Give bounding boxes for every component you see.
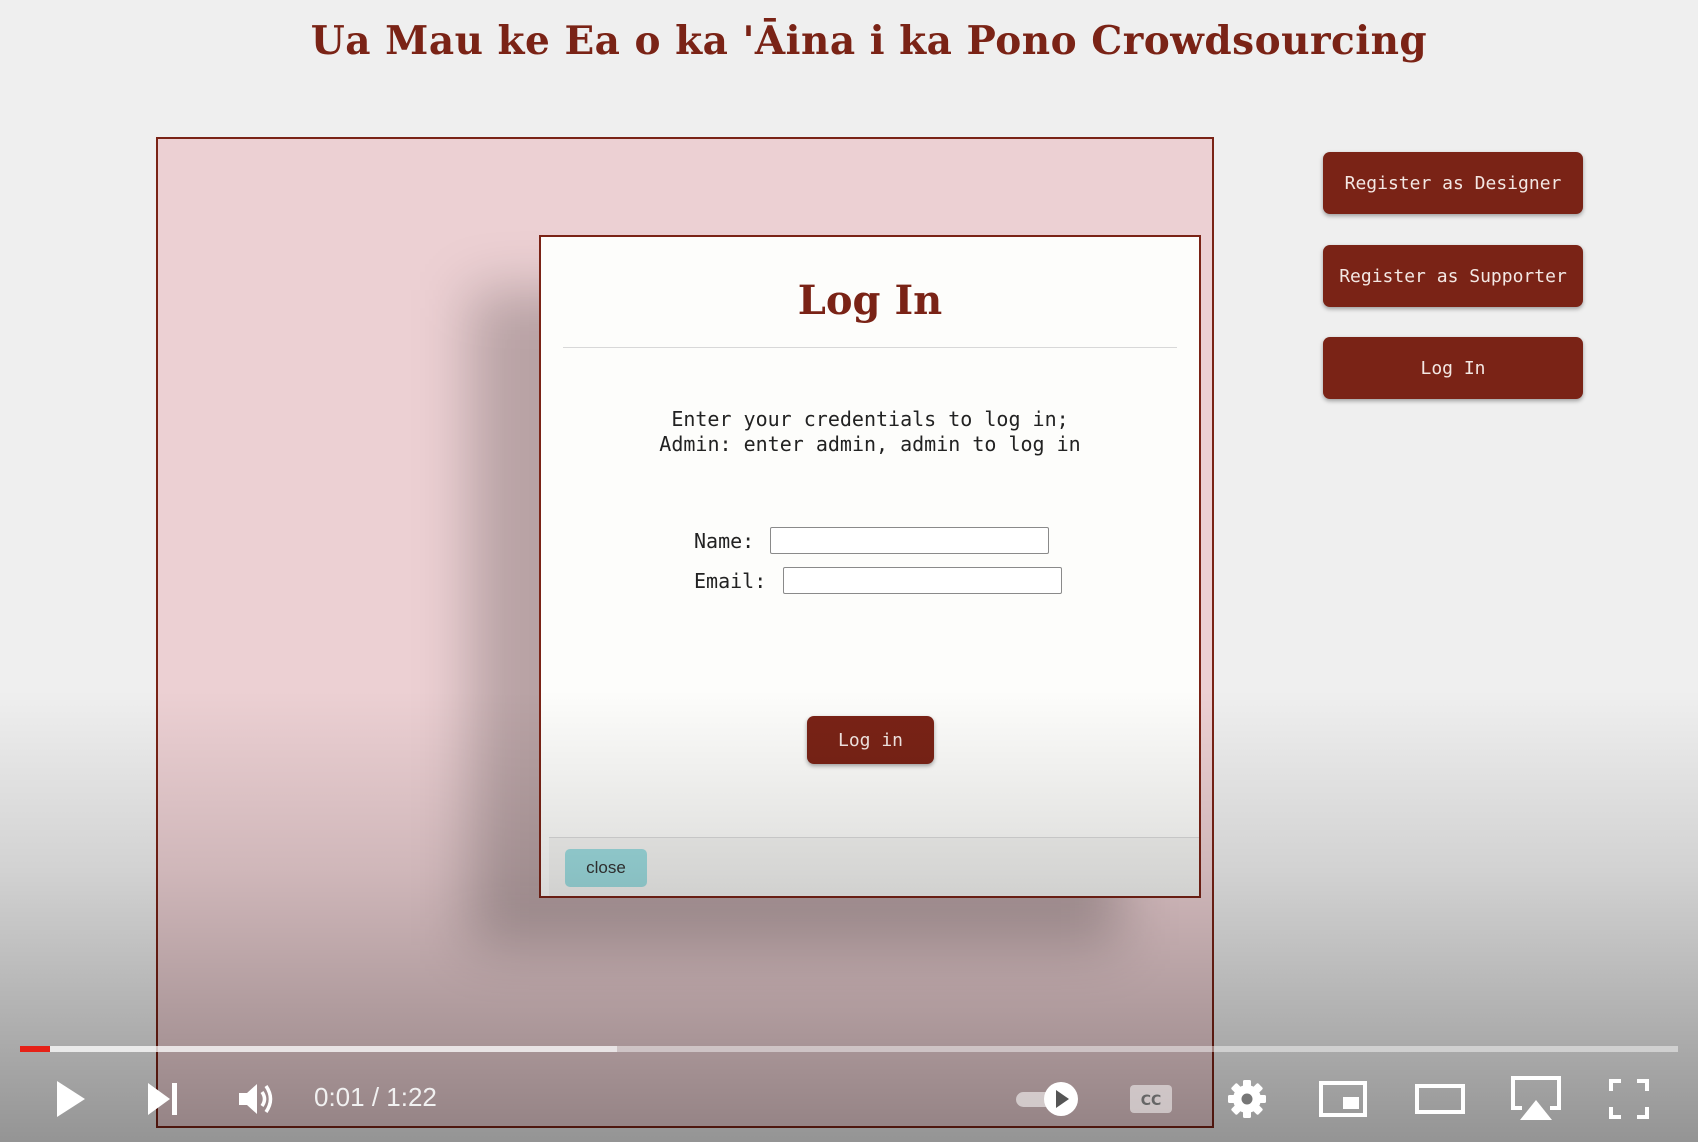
play-button[interactable] [44,1072,94,1126]
miniplayer-icon [1319,1081,1367,1117]
fullscreen-icon [1609,1079,1649,1119]
login-modal: Log In Enter your credentials to log in;… [539,235,1201,898]
email-field[interactable] [783,567,1062,594]
login-instructions: Enter your credentials to log in; Admin:… [541,407,1199,457]
next-button[interactable] [138,1072,188,1126]
name-label: Name: [694,529,755,553]
airplay-button[interactable] [1508,1072,1564,1126]
settings-button[interactable] [1222,1072,1272,1126]
play-icon [57,1081,85,1117]
name-field[interactable] [770,527,1049,554]
next-icon [148,1083,177,1115]
login-submit-button[interactable]: Log in [807,716,934,764]
captions-button[interactable]: CC [1126,1072,1176,1126]
svg-text:CC: CC [1141,1093,1162,1109]
time-display: 0:01 / 1:22 [314,1082,437,1112]
fullscreen-button[interactable] [1604,1072,1654,1126]
instruction-line-2: Admin: enter admin, admin to log in [659,432,1081,456]
miniplayer-button[interactable] [1316,1072,1370,1126]
settings-icon [1228,1080,1266,1118]
email-label: Email: [694,569,767,593]
progress-played [20,1046,50,1052]
site-title: Ua Mau ke Ea o ka 'Āina i ka Pono Crowds… [310,18,1428,64]
modal-divider [563,347,1177,348]
instruction-line-1: Enter your credentials to log in; [671,407,1069,431]
airplay-icon [1511,1076,1561,1120]
captions-icon: CC [1130,1085,1172,1113]
register-supporter-button[interactable]: Register as Supporter [1323,245,1583,307]
volume-icon [239,1084,273,1114]
sidebar-login-button[interactable]: Log In [1323,337,1583,399]
register-designer-button[interactable]: Register as Designer [1323,152,1583,214]
theater-mode-button[interactable] [1412,1072,1468,1126]
progress-bar[interactable] [20,1046,1678,1052]
theater-mode-icon [1415,1084,1465,1114]
volume-button[interactable] [232,1072,282,1126]
progress-buffered [20,1046,617,1052]
autoplay-toggle-icon [1016,1082,1078,1116]
close-button[interactable]: close [565,849,647,887]
modal-title: Log In [797,277,943,324]
modal-footer: close [549,837,1199,896]
autoplay-toggle[interactable] [1012,1072,1084,1126]
